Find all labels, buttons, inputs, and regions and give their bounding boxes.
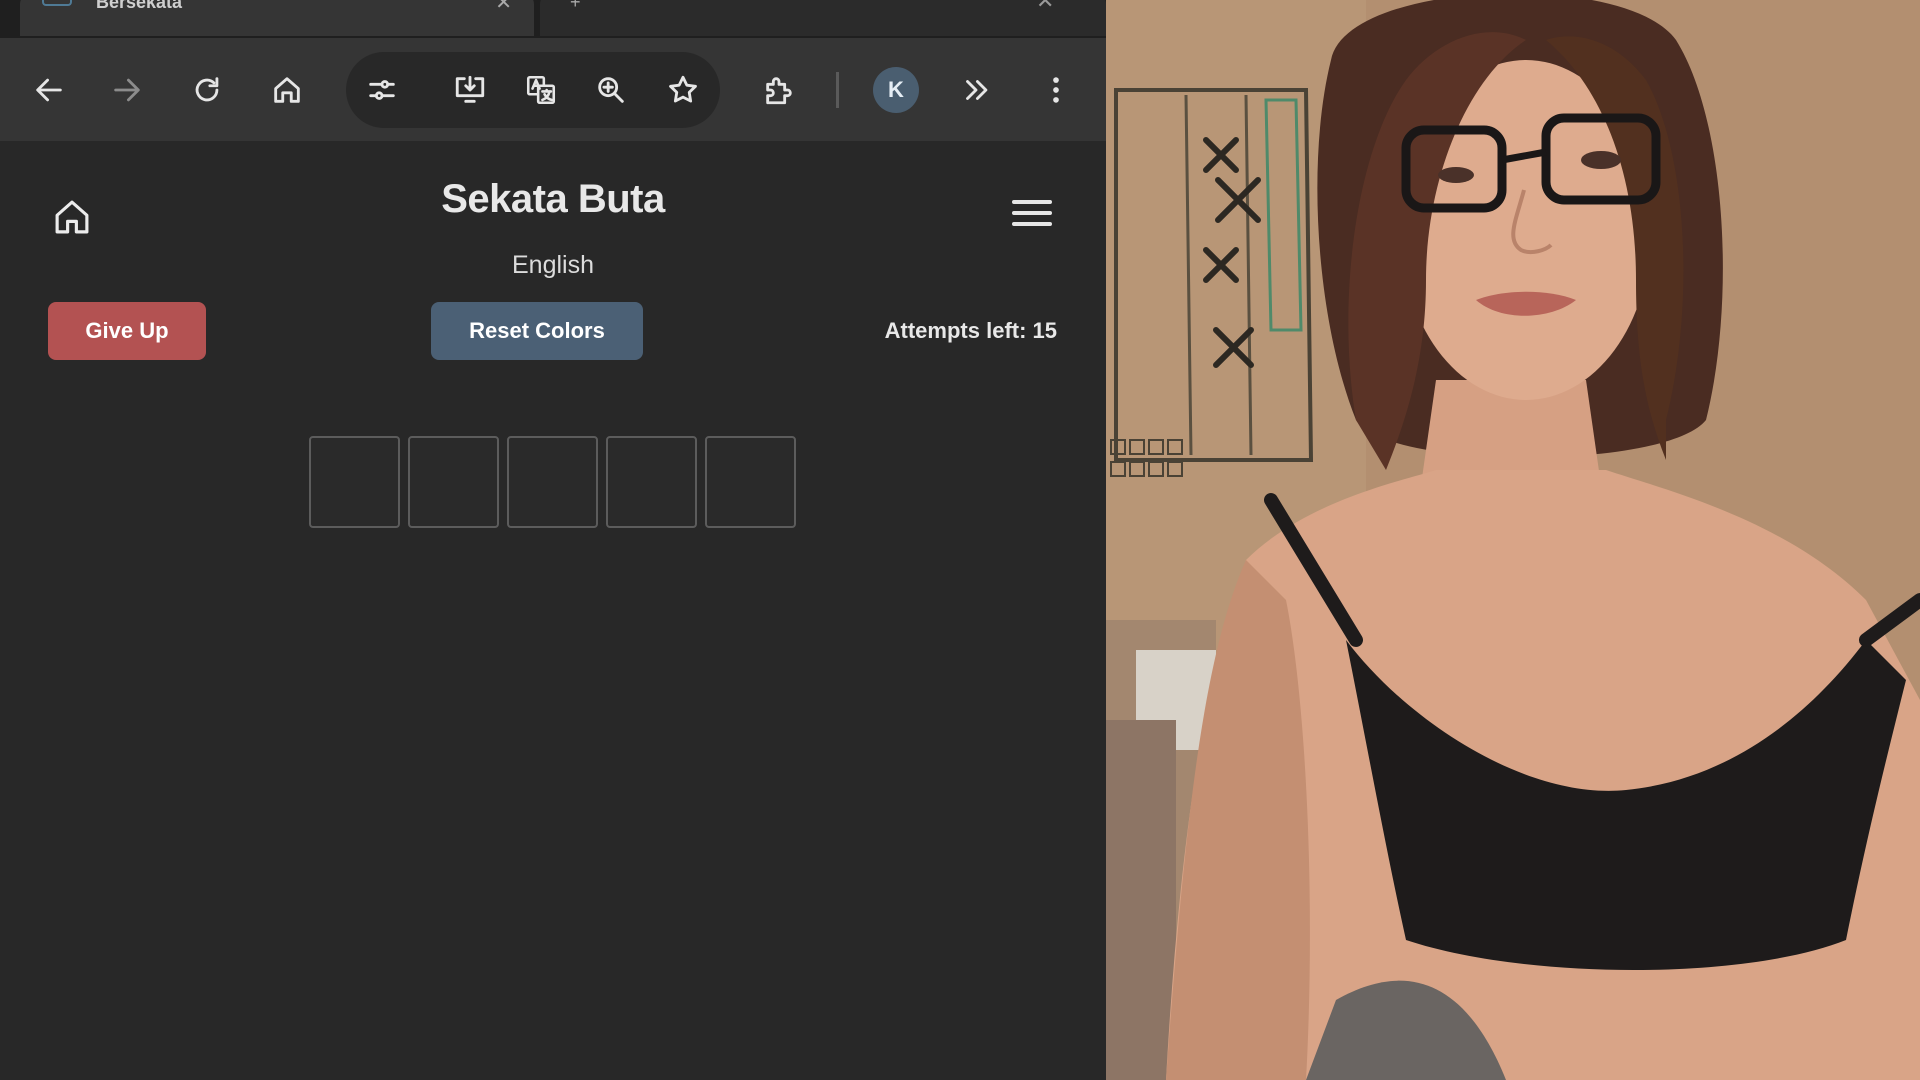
menu-bar <box>1012 222 1052 226</box>
menu-bar <box>1012 200 1052 204</box>
tab-close-icon[interactable]: ✕ <box>495 0 512 15</box>
profile-avatar[interactable]: K <box>873 67 919 113</box>
more-extensions-icon[interactable] <box>953 67 999 113</box>
back-icon[interactable] <box>26 67 72 113</box>
give-up-button[interactable]: Give Up <box>48 302 206 360</box>
webcam-illustration <box>1106 0 1920 1080</box>
tab-strip-controls: + ✕ <box>540 0 1106 36</box>
game-page: Sekata Buta English Give Up Reset Colors… <box>0 141 1106 1080</box>
translate-icon[interactable] <box>518 67 564 113</box>
menu-bar <box>1012 211 1052 215</box>
letter-cell[interactable] <box>507 436 598 528</box>
new-tab-icon[interactable]: + <box>570 0 581 13</box>
forward-icon[interactable] <box>104 67 150 113</box>
bookmark-star-icon[interactable] <box>660 67 706 113</box>
browser-window: Bersekata ✕ + ✕ K Sekata Buta English Gi… <box>0 0 1106 1080</box>
tab-favicon-icon <box>42 0 72 6</box>
active-tab[interactable]: Bersekata ✕ <box>20 0 534 36</box>
site-settings-icon[interactable] <box>359 67 405 113</box>
hamburger-menu-icon[interactable] <box>1012 193 1052 233</box>
extensions-icon[interactable] <box>756 67 802 113</box>
reset-colors-button[interactable]: Reset Colors <box>431 302 643 360</box>
tab-strip: Bersekata ✕ + ✕ <box>0 0 1106 38</box>
home-icon[interactable] <box>264 67 310 113</box>
page-title: Sekata Buta <box>441 177 665 221</box>
letter-cell[interactable] <box>408 436 499 528</box>
letter-cell[interactable] <box>705 436 796 528</box>
install-app-icon[interactable] <box>447 67 493 113</box>
window-close-icon[interactable]: ✕ <box>1036 0 1054 14</box>
reload-icon[interactable] <box>184 67 230 113</box>
letter-cell[interactable] <box>309 436 400 528</box>
toolbar-divider <box>836 72 839 108</box>
letter-cell[interactable] <box>606 436 697 528</box>
tab-title: Bersekata <box>96 0 183 12</box>
guess-row <box>309 436 796 528</box>
attempts-left-counter: Attempts left: 15 <box>884 318 1057 343</box>
kebab-menu-icon[interactable] <box>1033 67 1079 113</box>
zoom-icon[interactable] <box>588 67 634 113</box>
webcam-feed <box>1106 0 1920 1080</box>
language-label: English <box>512 251 594 279</box>
browser-toolbar: K <box>0 38 1106 141</box>
